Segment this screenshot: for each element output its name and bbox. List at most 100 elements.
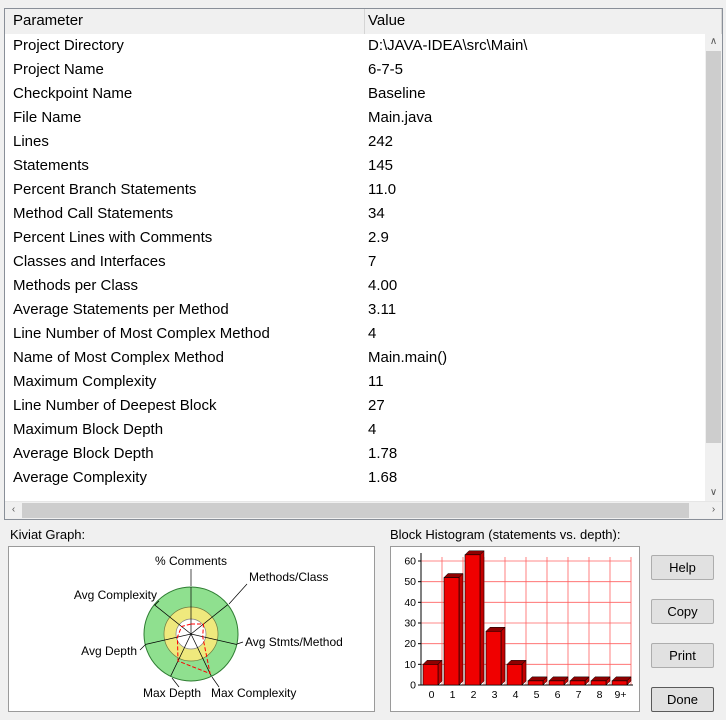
scroll-left-icon[interactable]: ‹ (5, 502, 22, 519)
value-cell: 11 (368, 373, 384, 390)
parameter-cell: Line Number of Deepest Block (13, 397, 217, 414)
parameter-cell: Line Number of Most Complex Method (13, 325, 270, 342)
table-row[interactable]: Percent Lines with Comments 2.9 (5, 226, 705, 250)
table-row[interactable]: Average Statements per Method 3.11 (5, 298, 705, 322)
value-cell: D:\JAVA-IDEA\src\Main\ (368, 37, 528, 54)
kiviat-axis-label: Avg Complexity (74, 588, 157, 602)
parameter-cell: Classes and Interfaces (13, 253, 166, 270)
table-row[interactable]: Average Complexity 1.68 (5, 466, 705, 490)
kiviat-axis-label: Avg Depth (81, 644, 137, 658)
horizontal-scrollbar-thumb[interactable] (22, 503, 689, 518)
block-histogram-chart: 0 10 20 30 40 50 60 0 1 2 3 4 5 6 7 8 9+ (404, 550, 633, 701)
table-row[interactable]: Statements 145 (5, 154, 705, 178)
table-header: Parameter Value (5, 9, 722, 35)
parameter-cell: Checkpoint Name (13, 85, 133, 102)
scroll-right-icon[interactable]: › (705, 502, 722, 519)
svg-text:2: 2 (471, 689, 477, 701)
parameter-cell: Average Block Depth (13, 445, 154, 462)
parameter-cell: Average Complexity (13, 469, 147, 486)
parameter-cell: Method Call Statements (13, 205, 174, 222)
svg-text:40: 40 (404, 597, 416, 609)
value-cell: 6-7-5 (368, 61, 404, 78)
parameter-cell: Percent Lines with Comments (13, 229, 213, 246)
table-row[interactable]: Percent Branch Statements 11.0 (5, 178, 705, 202)
parameter-cell: Project Name (13, 61, 104, 78)
kiviat-axis-label: Max Depth (143, 686, 201, 700)
help-button[interactable]: Help (651, 555, 714, 580)
value-cell: 242 (368, 133, 394, 150)
value-cell: 145 (368, 157, 394, 174)
value-cell: 11.0 (368, 181, 397, 198)
parameter-cell: Percent Branch Statements (13, 181, 197, 198)
value-cell: 2.9 (368, 229, 389, 246)
value-cell: 27 (368, 397, 385, 414)
svg-text:50: 50 (404, 576, 416, 588)
table-row[interactable]: Lines 242 (5, 130, 705, 154)
done-button[interactable]: Done (651, 687, 714, 712)
svg-text:20: 20 (404, 638, 416, 650)
svg-text:0: 0 (429, 689, 435, 701)
kiviat-section-label: Kiviat Graph: (10, 527, 86, 542)
svg-text:10: 10 (404, 659, 416, 671)
column-header-parameter[interactable]: Parameter (5, 9, 365, 34)
svg-text:0: 0 (410, 680, 416, 692)
kiviat-axis-label: % Comments (155, 554, 227, 568)
table-row[interactable]: Average Block Depth 1.78 (5, 442, 705, 466)
svg-text:6: 6 (555, 689, 561, 701)
copy-button[interactable]: Copy (651, 599, 714, 624)
value-cell: 4.00 (368, 277, 398, 294)
parameter-cell: Average Statements per Method (13, 301, 229, 318)
table-row[interactable]: Project Directory D:\JAVA-IDEA\src\Main\ (5, 34, 705, 58)
svg-text:3: 3 (492, 689, 498, 701)
parameter-cell: Maximum Complexity (13, 373, 157, 390)
svg-text:4: 4 (513, 689, 519, 701)
value-cell: Main.main() (368, 349, 448, 366)
column-header-value[interactable]: Value (365, 9, 722, 34)
value-cell: 1.68 (368, 469, 398, 486)
value-cell: 1.78 (368, 445, 398, 462)
svg-text:1: 1 (450, 689, 456, 701)
block-histogram-panel: 0 10 20 30 40 50 60 0 1 2 3 4 5 6 7 8 9+ (390, 546, 640, 712)
table-row[interactable]: File Name Main.java (5, 106, 705, 130)
scroll-down-icon[interactable]: ∨ (705, 485, 722, 502)
value-cell: Baseline (368, 85, 426, 102)
value-cell: Main.java (368, 109, 433, 126)
svg-text:7: 7 (576, 689, 582, 701)
value-cell: 4 (368, 421, 377, 438)
value-cell: 3.11 (368, 301, 397, 318)
svg-text:30: 30 (404, 618, 416, 630)
table-row[interactable]: Classes and Interfaces 7 (5, 250, 705, 274)
parameter-cell: Project Directory (13, 37, 124, 54)
table-row[interactable]: Name of Most Complex Method Main.main() (5, 346, 705, 370)
parameter-cell: File Name (13, 109, 82, 126)
value-cell: 4 (368, 325, 377, 342)
horizontal-scrollbar[interactable]: ‹ › (5, 501, 722, 519)
parameter-cell: Name of Most Complex Method (13, 349, 224, 366)
table-row[interactable]: Line Number of Deepest Block 27 (5, 394, 705, 418)
scroll-up-icon[interactable]: ∧ (705, 34, 722, 51)
kiviat-axis-label: Max Complexity (211, 686, 296, 700)
parameter-cell: Statements (13, 157, 89, 174)
table-row[interactable]: Line Number of Most Complex Method 4 (5, 322, 705, 346)
print-button[interactable]: Print (651, 643, 714, 668)
table-row[interactable]: Method Call Statements 34 (5, 202, 705, 226)
table-row[interactable]: Maximum Block Depth 4 (5, 418, 705, 442)
value-cell: 34 (368, 205, 385, 222)
histogram-bars (422, 550, 632, 686)
vertical-scrollbar-thumb[interactable] (706, 51, 721, 443)
metrics-table: Parameter Value Project Directory D:\JAVA… (4, 8, 723, 520)
table-body: Project Directory D:\JAVA-IDEA\src\Main\ P… (5, 34, 705, 502)
vertical-scrollbar[interactable]: ∧ ∨ (705, 34, 722, 502)
kiviat-axis-label: Methods/Class (249, 570, 328, 584)
table-row[interactable]: Project Name 6-7-5 (5, 58, 705, 82)
table-row[interactable]: Checkpoint Name Baseline (5, 82, 705, 106)
value-cell: 7 (368, 253, 377, 270)
svg-text:60: 60 (404, 556, 416, 568)
table-row[interactable]: Maximum Complexity 11 (5, 370, 705, 394)
svg-text:8: 8 (597, 689, 603, 701)
kiviat-graph: % Comments Methods/Class Avg Stmts/Metho… (74, 554, 343, 700)
table-row[interactable]: Methods per Class 4.00 (5, 274, 705, 298)
svg-text:9+: 9+ (615, 689, 627, 701)
parameter-cell: Maximum Block Depth (13, 421, 164, 438)
kiviat-graph-panel: % Comments Methods/Class Avg Stmts/Metho… (8, 546, 375, 712)
